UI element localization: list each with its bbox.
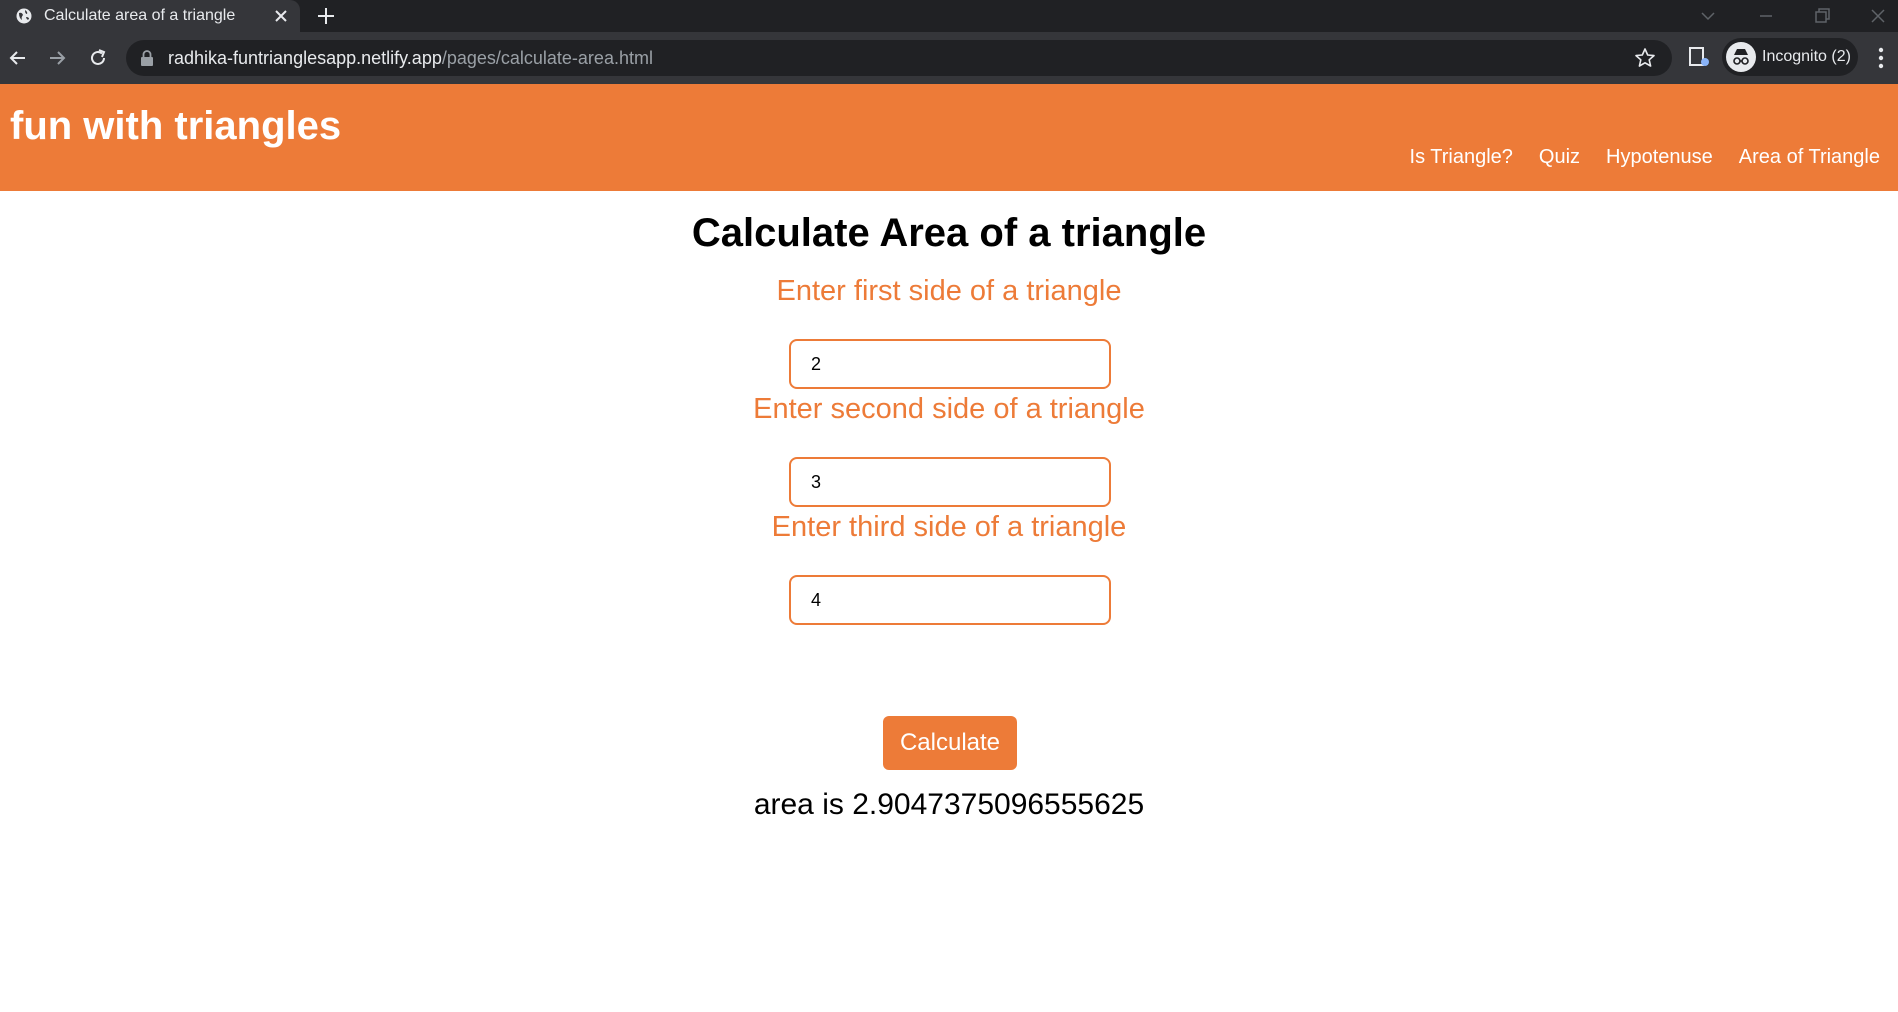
address-bar[interactable]: radhika-funtrianglesapp.netlify.app/page… [126,40,1672,76]
calculate-button[interactable]: Calculate [883,716,1017,770]
third-side-input[interactable] [789,575,1111,625]
browser-toolbar: radhika-funtrianglesapp.netlify.app/page… [0,32,1898,84]
minimize-icon[interactable] [1754,4,1778,28]
incognito-label: Incognito (2) [1762,48,1851,65]
restore-icon[interactable] [1810,4,1834,28]
third-side-label: Enter third side of a triangle [771,511,1127,543]
forward-arrow-icon[interactable] [44,45,70,71]
browser-tab-strip: Calculate area of a triangle [0,0,1898,32]
site-nav: Is Triangle? Quiz Hypotenuse Area of Tri… [1410,146,1880,169]
second-side-label: Enter second side of a triangle [753,393,1145,425]
back-arrow-icon[interactable] [5,45,31,71]
reading-list-icon[interactable] [1686,44,1712,70]
area-output: area is 2.9047375096555625 [753,788,1145,821]
close-tab-icon[interactable] [271,6,291,26]
tab-title: Calculate area of a triangle [44,7,236,24]
reload-icon[interactable] [85,45,111,71]
first-side-label: Enter first side of a triangle [776,275,1122,307]
incognito-profile-button[interactable]: Incognito (2) [1722,38,1858,76]
lock-icon[interactable] [140,50,154,66]
close-window-icon[interactable] [1866,4,1890,28]
tab-search-chevron-icon[interactable] [1696,4,1720,28]
nav-link-hypotenuse[interactable]: Hypotenuse [1606,146,1713,169]
site-title: fun with triangles [10,104,342,148]
browser-tab[interactable]: Calculate area of a triangle [0,0,300,32]
nav-link-area-of-triangle[interactable]: Area of Triangle [1739,146,1880,169]
site-header: fun with triangles Is Triangle? Quiz Hyp… [0,84,1898,191]
kebab-menu-icon[interactable] [1870,44,1892,72]
url-path: /pages/calculate-area.html [441,48,653,68]
url-host: radhika-funtrianglesapp.netlify.app [168,48,442,68]
globe-icon [16,8,32,24]
new-tab-plus-icon[interactable] [315,5,337,27]
second-side-input[interactable] [789,457,1111,507]
bookmark-star-icon[interactable] [1634,47,1656,69]
incognito-icon [1726,42,1756,72]
url-text[interactable]: radhika-funtrianglesapp.netlify.app/page… [168,48,653,69]
first-side-input[interactable] [789,339,1111,389]
nav-link-is-triangle[interactable]: Is Triangle? [1410,146,1513,169]
nav-link-quiz[interactable]: Quiz [1539,146,1580,169]
page-title: Calculate Area of a triangle [691,211,1207,255]
